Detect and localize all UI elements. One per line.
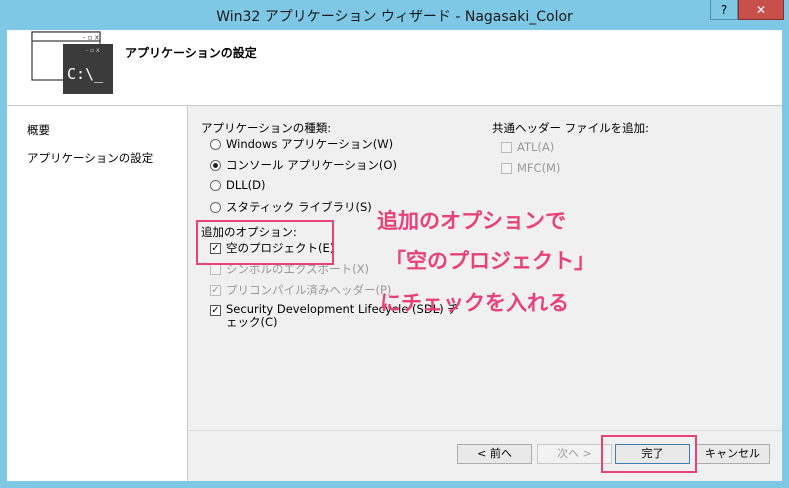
nav-item-overview[interactable]: 概要 xyxy=(27,122,50,138)
svg-text:- ▫ x: - ▫ x xyxy=(83,34,99,42)
radio-dll[interactable]: DLL(D) xyxy=(210,178,266,192)
nav-pane: 概要 アプリケーションの設定 xyxy=(7,106,187,481)
settings-pane: アプリケーションの種類: Windows アプリケーション(W) コンソール ア… xyxy=(188,106,782,481)
wizard-window: - ▫ x - ▫ x C:\_ アプリケーションの設定 概要 アプリケーション… xyxy=(7,30,782,481)
console-app-icon: - ▫ x - ▫ x C:\_ xyxy=(31,31,113,94)
button-bar-divider xyxy=(188,430,782,431)
checkbox[interactable] xyxy=(210,263,221,275)
checkbox[interactable]: ✓ xyxy=(210,305,221,316)
close-button[interactable]: ✕ xyxy=(738,0,784,20)
checkbox[interactable] xyxy=(501,162,512,174)
annotation-line-3: にチェックを入れる xyxy=(380,291,569,315)
radio-windows-app[interactable]: Windows アプリケーション(W) xyxy=(210,136,393,152)
cancel-button[interactable]: キャンセル xyxy=(695,444,770,464)
window-title: Win32 アプリケーション ウィザード - Nagasaki_Color xyxy=(216,9,573,25)
checkbox-label: MFC(M) xyxy=(517,161,561,175)
radio-button[interactable] xyxy=(210,201,221,213)
annotation-line-2: 「空のプロジェクト」 xyxy=(385,249,595,273)
radio-label: スタティック ライブラリ(S) xyxy=(226,200,372,214)
checkbox-label: プリコンパイル済みヘッダー(P) xyxy=(226,283,392,297)
annotation-highlight-finish xyxy=(601,435,697,473)
radio-static-library[interactable]: スタティック ライブラリ(S) xyxy=(210,199,372,215)
annotation-line-1: 追加のオプションで xyxy=(377,209,566,233)
checkbox-atl[interactable]: ATL(A) xyxy=(501,140,554,154)
help-button[interactable]: ? xyxy=(710,0,738,20)
back-button[interactable]: < 前へ xyxy=(457,444,532,464)
title-bar: Win32 アプリケーション ウィザード - Nagasaki_Color ? … xyxy=(0,0,789,30)
radio-button[interactable] xyxy=(210,138,221,150)
radio-console-app[interactable]: コンソール アプリケーション(O) xyxy=(210,157,397,173)
radio-label: DLL(D) xyxy=(226,178,266,192)
radio-button[interactable] xyxy=(210,179,221,191)
radio-label: コンソール アプリケーション(O) xyxy=(226,158,397,172)
svg-text:- ▫ x: - ▫ x xyxy=(86,47,100,54)
checkbox[interactable]: ✓ xyxy=(210,284,221,296)
nav-item-app-settings[interactable]: アプリケーションの設定 xyxy=(27,150,153,166)
common-headers-label: 共通ヘッダー ファイルを追加: xyxy=(492,121,650,135)
radio-label: Windows アプリケーション(W) xyxy=(226,137,394,151)
checkbox-label: ATL(A) xyxy=(517,140,555,154)
radio-button-selected[interactable] xyxy=(210,159,221,171)
console-prompt-text: C:\_ xyxy=(67,65,104,83)
checkbox-mfc[interactable]: MFC(M) xyxy=(501,161,560,175)
wizard-header: - ▫ x - ▫ x C:\_ アプリケーションの設定 xyxy=(7,30,782,105)
checkbox[interactable] xyxy=(501,141,512,153)
annotation-highlight-options xyxy=(196,220,334,265)
app-type-label: アプリケーションの種類: xyxy=(201,121,332,135)
checkbox-precompiled-header[interactable]: ✓ プリコンパイル済みヘッダー(P) xyxy=(210,282,391,298)
page-title: アプリケーションの設定 xyxy=(125,46,257,60)
